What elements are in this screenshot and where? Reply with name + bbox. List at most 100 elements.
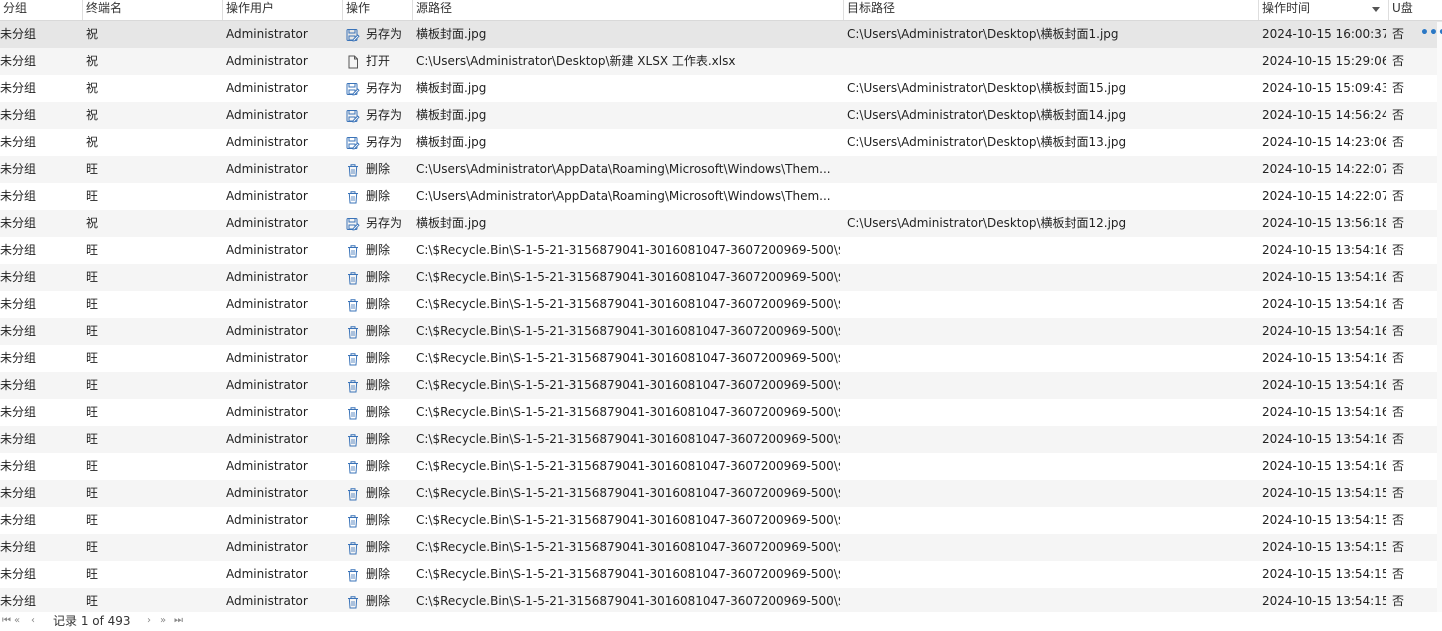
table-row[interactable]: 未分组 旺 Administrator C:\Users\Administrator\… (0, 183, 1442, 210)
prev-record-icon[interactable]: ‹ (31, 614, 35, 628)
vertical-scrollbar[interactable] (1437, 22, 1442, 612)
cell-user: Administrator (226, 297, 308, 311)
cell-operation: 删除 (366, 378, 391, 392)
cell-operation: 删除 (366, 297, 391, 311)
cell-group: 未分组 (0, 54, 37, 68)
table-row[interactable]: 未分组 旺 Administrator C:\$Recycle.Bin\S-1-5-2… (0, 561, 1442, 588)
table-row[interactable]: 未分组 旺 Administrator C:\$Recycle.Bin\S-1-5-2… (0, 399, 1442, 426)
more-icon[interactable]: ••• (1420, 26, 1442, 40)
cell-time: 2024-10-15 14:22:07 (1262, 189, 1386, 203)
operation-log-grid: 分组 终端名 操作用户 操作 源路径 目标路径 操作时间 U盘 未分组祝 Admi… (0, 0, 1442, 612)
cell-group: 未分组 (0, 567, 37, 581)
cell-group: 未分组 (0, 108, 37, 122)
column-header-usb[interactable]: U盘 (1388, 0, 1442, 20)
cell-terminal: 旺 (86, 486, 99, 500)
column-header-source-path[interactable]: 源路径 (412, 0, 843, 20)
cell-terminal: 祝 (86, 27, 99, 41)
cell-group: 未分组 (0, 405, 37, 419)
trash-icon (346, 190, 360, 204)
cell-operation: 删除 (366, 189, 391, 203)
table-row[interactable]: 未分组 旺 Administrator C:\$Recycle.Bin\S-1-5-2… (0, 264, 1442, 291)
cell-terminal: 祝 (86, 216, 99, 230)
trash-icon (346, 541, 360, 555)
cell-dst (847, 399, 1252, 426)
table-row[interactable]: 未分组 旺 Administrator C:\$Recycle.Bin\S-1-5-2… (0, 318, 1442, 345)
cell-operation: 删除 (366, 324, 391, 338)
cell-usb: 否 (1392, 189, 1405, 203)
cell-src: 横板封面.jpg (416, 216, 487, 230)
cell-user: Administrator (226, 27, 308, 41)
cell-terminal: 旺 (86, 243, 99, 257)
table-row[interactable]: 未分组 祝 Administrator 横板封面.jpg C:\Users\Admini… (0, 129, 1442, 156)
last-page-icon[interactable]: ⏭ (174, 614, 183, 628)
column-header-target-path[interactable]: 目标路径 (843, 0, 1258, 20)
table-row[interactable]: 未分组 祝 Administrator C:\Users\Administrator\… (0, 48, 1442, 75)
cell-group: 未分组 (0, 378, 37, 392)
cell-time: 2024-10-15 13:54:16 (1262, 432, 1386, 446)
table-row[interactable]: 未分组 旺 Administrator C:\$Recycle.Bin\S-1-5-2… (0, 588, 1442, 612)
cell-dst (847, 372, 1252, 399)
table-row[interactable]: 未分组 旺 Administrator C:\$Recycle.Bin\S-1-5-2… (0, 507, 1442, 534)
cell-group: 未分组 (0, 135, 37, 149)
cell-group: 未分组 (0, 189, 37, 203)
cell-dst: C:\Users\Administrator\Desktop\横板封面13.jp… (847, 135, 1127, 149)
next-page-group-icon[interactable]: » (160, 614, 166, 628)
cell-group: 未分组 (0, 216, 37, 230)
cell-src: C:\$Recycle.Bin\S-1-5-21-3156879041-3016… (416, 540, 840, 554)
table-row[interactable]: 未分组 祝 Administrator 横板封面.jpg C:\Users\Admini… (0, 102, 1442, 129)
cell-terminal: 祝 (86, 108, 99, 122)
table-row[interactable]: 未分组 旺 Administrator C:\$Recycle.Bin\S-1-5-2… (0, 453, 1442, 480)
cell-group: 未分组 (0, 270, 37, 284)
cell-dst (847, 480, 1252, 507)
cell-terminal: 旺 (86, 351, 99, 365)
column-header-group[interactable]: 分组 (0, 0, 82, 20)
cell-time: 2024-10-15 13:54:16 (1262, 324, 1386, 338)
trash-icon (346, 298, 360, 312)
prev-page-group-icon[interactable]: « (14, 614, 20, 628)
save-as-icon (346, 109, 360, 123)
table-row[interactable]: 未分组 祝 Administrator 横板封面.jpg C:\Users\Admini… (0, 210, 1442, 237)
cell-time: 2024-10-15 13:54:16 (1262, 459, 1386, 473)
cell-src: C:\$Recycle.Bin\S-1-5-21-3156879041-3016… (416, 405, 840, 419)
column-header-time[interactable]: 操作时间 (1258, 0, 1388, 20)
cell-terminal: 旺 (86, 297, 99, 311)
cell-src: C:\$Recycle.Bin\S-1-5-21-3156879041-3016… (416, 351, 840, 365)
cell-dst (847, 183, 1252, 210)
cell-usb: 否 (1392, 162, 1405, 176)
grid-body: 未分组祝 Administrator 横板封面.jpg C:\Users\Admini… (0, 21, 1442, 612)
cell-user: Administrator (226, 243, 308, 257)
cell-dst (847, 318, 1252, 345)
cell-user: Administrator (226, 216, 308, 230)
cell-group: 未分组 (0, 243, 37, 257)
cell-usb: 否 (1392, 459, 1405, 473)
table-row[interactable]: 未分组 旺 Administrator C:\$Recycle.Bin\S-1-5-2… (0, 480, 1442, 507)
table-row[interactable]: 未分组 旺 Administrator C:\$Recycle.Bin\S-1-5-2… (0, 237, 1442, 264)
cell-dst: C:\Users\Administrator\Desktop\横板封面14.jp… (847, 108, 1127, 122)
table-row[interactable]: 未分组 祝 Administrator 横板封面.jpg C:\Users\Admini… (0, 75, 1442, 102)
table-row[interactable]: 未分组 旺 Administrator C:\$Recycle.Bin\S-1-5-2… (0, 291, 1442, 318)
table-row[interactable]: 未分组 祝 Administrator 横板封面.jpg C:\Users\Admini… (0, 21, 1442, 48)
cell-time: 2024-10-15 13:54:16 (1262, 297, 1386, 311)
cell-src: 横板封面.jpg (416, 108, 487, 122)
cell-group: 未分组 (0, 486, 37, 500)
cell-terminal: 祝 (86, 135, 99, 149)
cell-usb: 否 (1392, 378, 1405, 392)
cell-src: C:\$Recycle.Bin\S-1-5-21-3156879041-3016… (416, 324, 840, 338)
cell-time: 2024-10-15 15:09:43 (1262, 81, 1386, 95)
column-header-operation[interactable]: 操作 (342, 0, 412, 20)
sort-descending-icon (1372, 7, 1380, 12)
cell-operation: 另存为 (366, 216, 403, 230)
first-page-icon[interactable]: ⏮ (2, 614, 11, 628)
table-row[interactable]: 未分组 旺 Administrator C:\$Recycle.Bin\S-1-5-2… (0, 426, 1442, 453)
cell-operation: 另存为 (366, 108, 403, 122)
cell-operation: 删除 (366, 405, 391, 419)
column-header-terminal[interactable]: 终端名 (82, 0, 222, 20)
table-row[interactable]: 未分组 旺 Administrator C:\$Recycle.Bin\S-1-5-2… (0, 534, 1442, 561)
cell-terminal: 旺 (86, 189, 99, 203)
table-row[interactable]: 未分组 旺 Administrator C:\$Recycle.Bin\S-1-5-2… (0, 345, 1442, 372)
next-record-icon[interactable]: › (147, 614, 151, 628)
table-row[interactable]: 未分组 旺 Administrator C:\Users\Administrator\… (0, 156, 1442, 183)
column-header-user[interactable]: 操作用户 (222, 0, 342, 20)
table-row[interactable]: 未分组 旺 Administrator C:\$Recycle.Bin\S-1-5-2… (0, 372, 1442, 399)
cell-usb: 否 (1392, 27, 1405, 41)
